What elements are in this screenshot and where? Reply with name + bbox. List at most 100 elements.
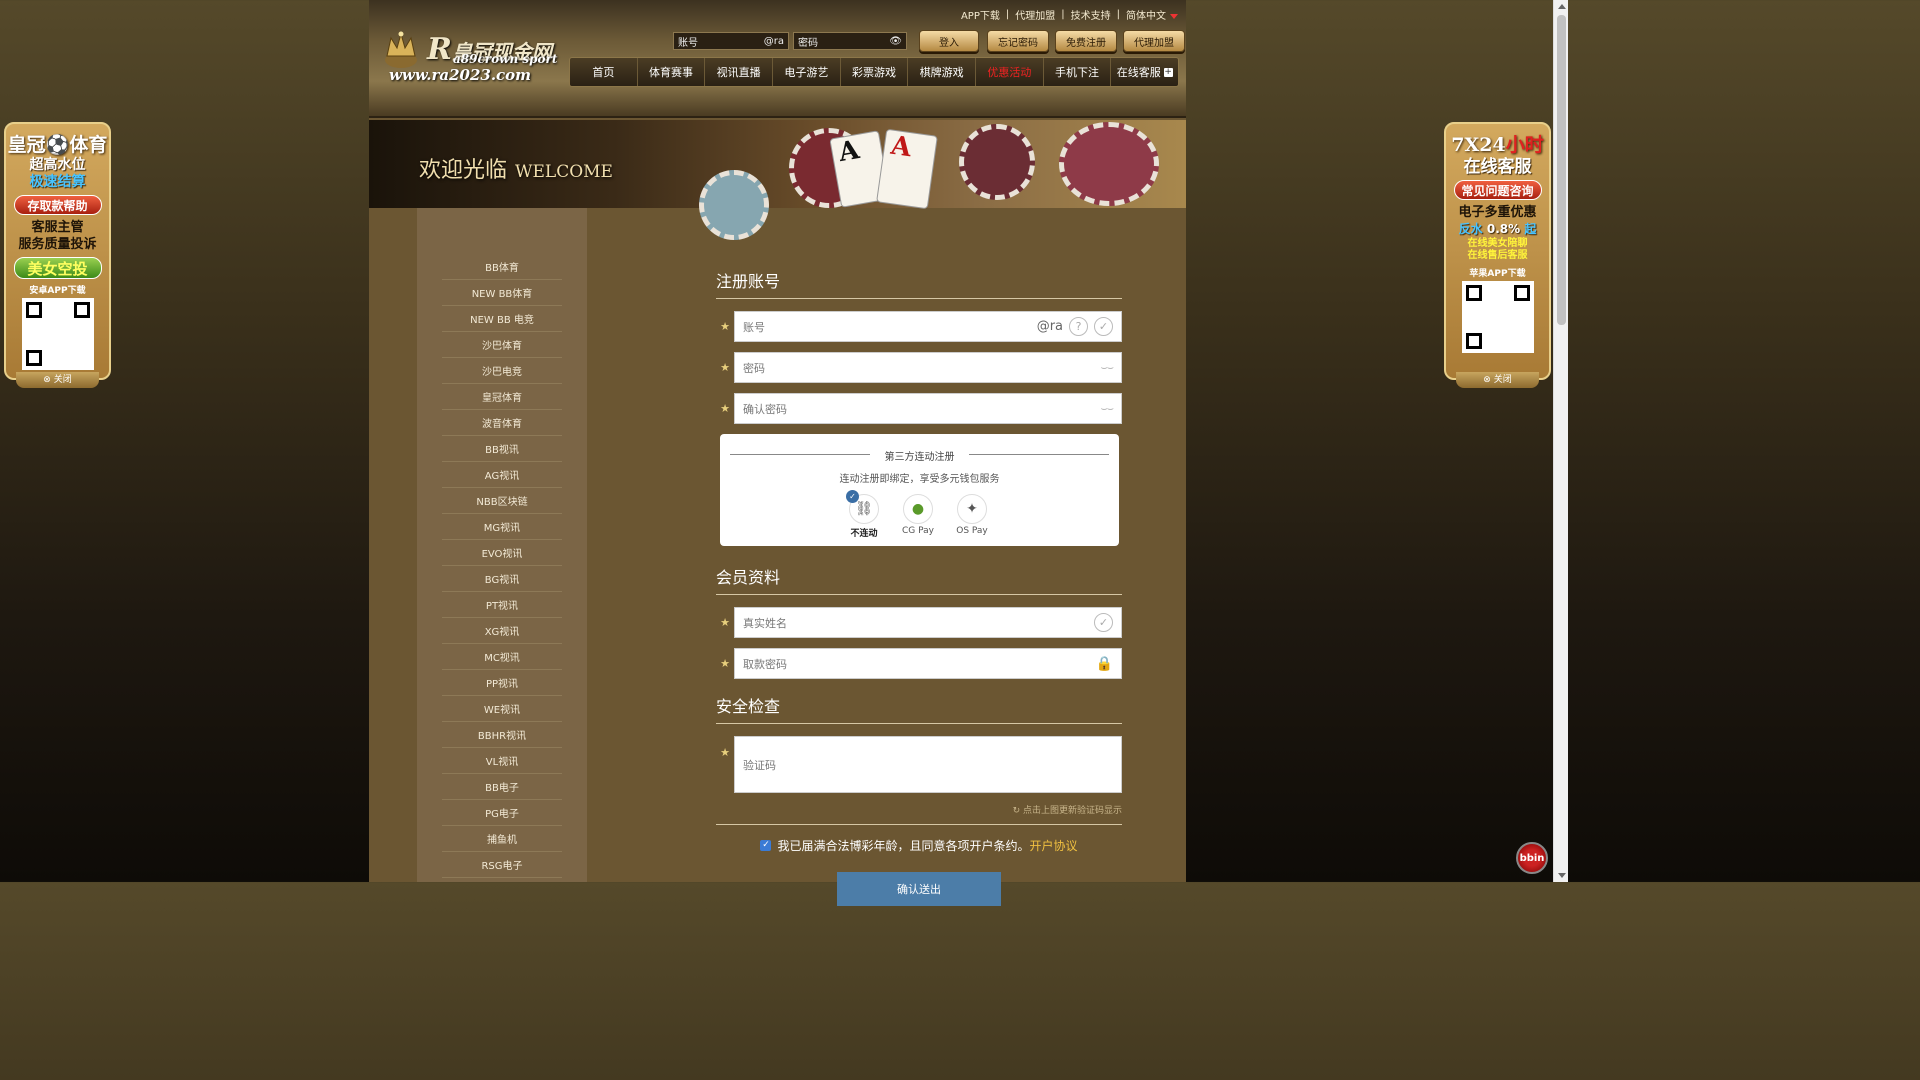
sidebar-item[interactable]: AG视讯 [442,462,562,488]
sidebar-item[interactable]: BB视讯 [442,436,562,462]
brand-sub: a89crown sport [453,52,558,66]
header-password-input[interactable]: 密码 👁 [793,32,907,50]
withdraw-password-input[interactable]: 取款密码 🔒 [734,648,1122,679]
sidebar-item[interactable]: EVO视讯 [442,540,562,566]
eye-closed-icon[interactable]: ⌣⌣ [1101,402,1115,416]
sidebar-item[interactable]: PP视讯 [442,670,562,696]
nav-slots[interactable]: 电子游艺 [773,58,841,86]
sidebar-item[interactable]: BB电子 [442,774,562,800]
nav-chess[interactable]: 棋牌游戏 [908,58,977,86]
pay-option-none[interactable]: ✓ ⛓ 不连动 [844,490,884,539]
sidebar-item[interactable]: 沙巴电竞 [442,358,562,384]
site-header: R皇冠现金网 a89crown sport www.ra2023.com APP… [369,0,1186,118]
eye-slash-icon[interactable]: 👁 [889,36,902,47]
crown-icon [385,31,417,68]
sidebar-item[interactable]: 捕鱼机 [442,826,562,852]
pay-option-ospay[interactable]: ✦ OS Pay [952,494,992,536]
right-ad-close-button[interactable]: ⊗ 关闭 [1456,372,1539,388]
left-float-ad[interactable]: 皇冠⚽体育 超高水位 极速结算 存取款帮助 客服主管 服务质量投诉 美女空投 安… [4,122,111,388]
cgpay-icon: ● [903,494,933,524]
sidebar-item[interactable]: PG电子 [442,800,562,826]
third-party-title: 第三方连动注册 [884,452,955,463]
sidebar-item[interactable]: NEW BB体育 [442,280,562,306]
sidebar-item[interactable]: BB体育 [442,254,562,280]
left-ad-close-button[interactable]: ⊗ 关闭 [16,372,99,388]
bbin-logo-icon[interactable]: bbin [1516,842,1548,874]
poker-chip-icon [699,170,769,240]
scroll-up-arrow-icon[interactable] [1558,4,1566,9]
captcha-refresh-link[interactable]: ↻ 点击上图更新验证码显示 [716,803,1122,825]
nav-home[interactable]: 首页 [570,58,638,86]
account-input[interactable]: 账号 @ra? ✓ [734,311,1122,342]
nav-sports[interactable]: 体育赛事 [638,58,706,86]
lock-icon: 🔒 [1095,655,1113,672]
sidebar-item[interactable]: MC视讯 [442,644,562,670]
left-ad-line4: 服务质量投诉 [18,237,97,252]
agent-link[interactable]: 代理加盟 [1015,7,1055,22]
site-logo[interactable]: R皇冠现金网 a89crown sport www.ra2023.com [383,26,563,88]
nav-mobile[interactable]: 手机下注 [1044,58,1112,86]
ios-download-label: 苹果APP下载 [1469,269,1526,279]
register-form: 注册账号 ★ 账号 @ra? ✓ ★ 密码 ⌣⌣ ★ 确认密码 ⌣⌣ 第三方连动注册 … [716,268,1122,906]
sidebar-item[interactable]: RSG电子 [442,852,562,878]
header-account-input[interactable]: 账号 @ra [673,32,789,50]
sidebar-item[interactable]: WE视讯 [442,696,562,722]
airdrop-button[interactable]: 美女空投 [13,257,102,279]
sidebar-item[interactable]: NEW BB 电竞 [442,306,562,332]
sidebar-item[interactable]: BG视讯 [442,566,562,592]
right-ad-line1: 在线客服 [1463,157,1532,177]
right-float-ad[interactable]: 7X24小时 在线客服 常见问题咨询 电子多重优惠 反水 0.8% 起 在线美女… [1444,122,1551,388]
language-select[interactable]: 简体中文 [1126,7,1178,22]
main-nav: 首页 体育赛事 视讯直播 电子游艺 彩票游戏 棋牌游戏 优惠活动 手机下注 在线… [569,57,1179,87]
required-star-icon: ★ [720,361,730,374]
nav-live[interactable]: 视讯直播 [705,58,774,86]
right-ad-line4: 在线美女陪聊 [1467,238,1528,249]
help-icon[interactable]: ? [1069,317,1088,336]
faq-button[interactable]: 常见问题咨询 [1453,180,1542,200]
captcha-input[interactable]: 验证码 [734,736,1122,793]
sidebar-item[interactable]: MG视讯 [442,514,562,540]
sidebar-item[interactable]: 皇冠体育 [442,384,562,410]
realname-input[interactable]: 真实姓名 ✓ [734,607,1122,638]
submit-button[interactable]: 确认送出 [837,872,1001,906]
agree-checkbox[interactable]: ✓ [760,840,772,851]
required-star-icon: ★ [720,616,730,629]
left-ad-title: 皇冠⚽体育 [7,134,108,156]
required-star-icon: ★ [720,402,730,415]
nav-support[interactable]: 在线客服 + [1111,58,1178,86]
agreement-link[interactable]: 开户协议 [1030,837,1078,854]
deposit-help-button[interactable]: 存取款帮助 [13,195,102,215]
pay-option-cgpay[interactable]: ● CG Pay [898,494,938,536]
third-party-register-box: 第三方连动注册 连动注册即绑定，享受多元钱包服务 ✓ ⛓ 不连动 ● CG Pa… [720,434,1119,546]
sidebar-item[interactable]: BBHR视讯 [442,722,562,748]
confirm-password-input[interactable]: 确认密码 ⌣⌣ [734,393,1122,424]
sidebar-item[interactable]: VL视讯 [442,748,562,774]
password-input[interactable]: 密码 ⌣⌣ [734,352,1122,383]
free-register-button[interactable]: 免费注册 [1055,30,1117,52]
agree-text: 我已届满合法博彩年龄，且同意各项开户条约。 [777,839,1030,853]
brand-url: www.ra2023.com [389,66,532,84]
scroll-down-arrow-icon[interactable] [1558,873,1566,878]
sidebar-item[interactable]: 波音体育 [442,410,562,436]
tech-support-link[interactable]: 技术支持 [1071,7,1111,22]
eye-closed-icon[interactable]: ⌣⌣ [1101,361,1115,375]
selected-check-icon: ✓ [846,490,859,503]
plus-icon: + [1163,66,1173,77]
app-download-link[interactable]: APP下载 [961,7,1000,22]
poker-chip-icon [1059,122,1159,206]
sidebar-item[interactable]: 沙巴体育 [442,332,562,358]
nav-lottery[interactable]: 彩票游戏 [841,58,909,86]
welcome-banner: 欢迎光临 WELCOME A A [369,120,1186,240]
forgot-password-button[interactable]: 忘记密码 [987,30,1049,52]
nav-promotions[interactable]: 优惠活动 [976,58,1044,86]
sidebar-item[interactable]: NBB区块链 [442,488,562,514]
sidebar-item[interactable]: XG视讯 [442,618,562,644]
android-download-label: 安卓APP下载 [29,286,86,296]
scroll-thumb[interactable] [1557,15,1566,325]
page-scrollbar[interactable] [1553,0,1568,882]
login-button[interactable]: 登入 [919,30,979,52]
right-ad-title: 7X24小时 [1451,134,1544,156]
ace-hearts-card-icon: A [876,128,938,210]
agent-join-button[interactable]: 代理加盟 [1123,30,1185,52]
sidebar-item[interactable]: PT视讯 [442,592,562,618]
